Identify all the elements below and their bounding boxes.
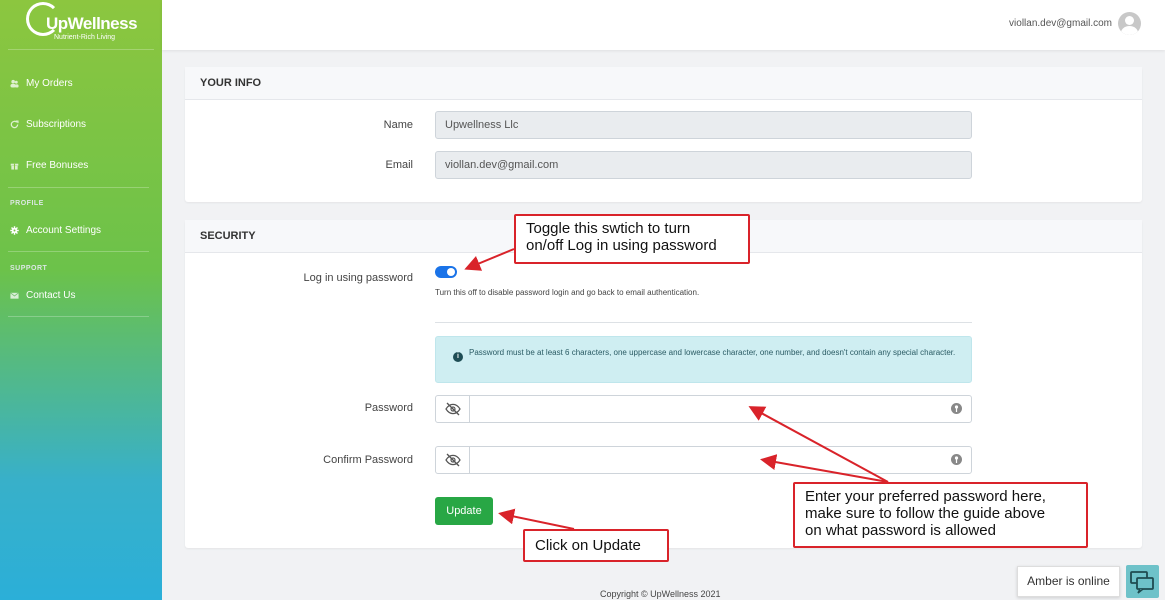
password-rules-alert: i Password must be at least 6 characters… xyxy=(435,336,972,383)
sidebar: UpWellness Nutrient-Rich Living My Order… xyxy=(0,0,162,600)
sidebar-item-label: Free Bonuses xyxy=(26,160,89,171)
sidebar-divider xyxy=(8,251,149,252)
sidebar-item-subscriptions[interactable]: Subscriptions xyxy=(10,119,86,130)
name-field: Upwellness Llc xyxy=(435,111,972,139)
sidebar-item-label: Contact Us xyxy=(26,290,76,301)
sidebar-item-label: Account Settings xyxy=(26,225,102,236)
your-info-card: YOUR INFO Name Upwellness Llc Email viol… xyxy=(185,67,1142,202)
eye-slash-icon xyxy=(445,402,461,416)
name-label: Name xyxy=(383,119,413,131)
sidebar-item-label: Subscriptions xyxy=(26,119,87,130)
password-annotation: Enter your preferred password here, make… xyxy=(793,482,1088,548)
info-icon: i xyxy=(453,352,463,362)
envelope-icon xyxy=(10,292,19,299)
chat-button[interactable] xyxy=(1126,565,1159,598)
password-field xyxy=(435,395,972,423)
toggle-help-text: Turn this off to disable password login … xyxy=(435,288,700,297)
email-field: viollan.dev@gmail.com xyxy=(435,151,972,179)
sidebar-item-contact-us[interactable]: Contact Us xyxy=(10,290,75,301)
refresh-icon xyxy=(10,120,19,129)
password-label: Password xyxy=(364,402,413,414)
password-manager-icon[interactable] xyxy=(950,453,963,466)
confirm-password-field xyxy=(435,446,972,474)
confirm-password-label: Confirm Password xyxy=(323,454,413,466)
toggle-annotation: Toggle this swtich to turn on/off Log in… xyxy=(514,214,750,264)
email-label: Email xyxy=(385,159,413,171)
sidebar-section-profile: PROFILE xyxy=(10,200,44,207)
gift-icon xyxy=(10,163,19,170)
sidebar-item-account-settings[interactable]: Account Settings xyxy=(10,225,101,236)
confirm-password-input[interactable] xyxy=(470,447,950,473)
login-password-toggle[interactable] xyxy=(435,266,457,278)
password-input[interactable] xyxy=(470,396,950,422)
eye-slash-icon xyxy=(445,453,461,467)
update-button[interactable]: Update xyxy=(435,497,493,525)
chat-icon xyxy=(1130,571,1154,594)
login-using-password-label: Log in using password xyxy=(303,272,413,284)
password-manager-icon[interactable] xyxy=(950,402,963,415)
sidebar-divider xyxy=(8,316,149,317)
gear-icon xyxy=(10,226,19,235)
confirm-password-visibility-toggle[interactable] xyxy=(436,447,470,473)
your-info-title: YOUR INFO xyxy=(185,67,1142,100)
brand-name: UpWellness xyxy=(46,14,138,33)
sidebar-item-free-bonuses[interactable]: Free Bonuses xyxy=(10,160,88,171)
sidebar-item-my-orders[interactable]: My Orders xyxy=(10,78,73,89)
users-icon xyxy=(10,79,19,88)
update-annotation: Click on Update xyxy=(523,529,669,562)
brand-tagline: Nutrient-Rich Living xyxy=(54,34,116,41)
section-divider xyxy=(435,322,972,323)
password-rules-text: Password must be at least 6 characters, … xyxy=(469,348,956,357)
topbar: viollan.dev@gmail.com xyxy=(162,0,1165,50)
sidebar-divider xyxy=(8,187,149,188)
logo[interactable]: UpWellness Nutrient-Rich Living xyxy=(8,0,154,50)
password-visibility-toggle[interactable] xyxy=(436,396,470,422)
chat-status[interactable]: Amber is online xyxy=(1017,566,1120,597)
avatar[interactable] xyxy=(1118,12,1141,35)
footer-copyright: Copyright © UpWellness 2021 xyxy=(600,589,721,599)
sidebar-item-label: My Orders xyxy=(26,78,73,89)
sidebar-section-support: SUPPORT xyxy=(10,265,48,272)
user-email[interactable]: viollan.dev@gmail.com xyxy=(1009,18,1112,29)
